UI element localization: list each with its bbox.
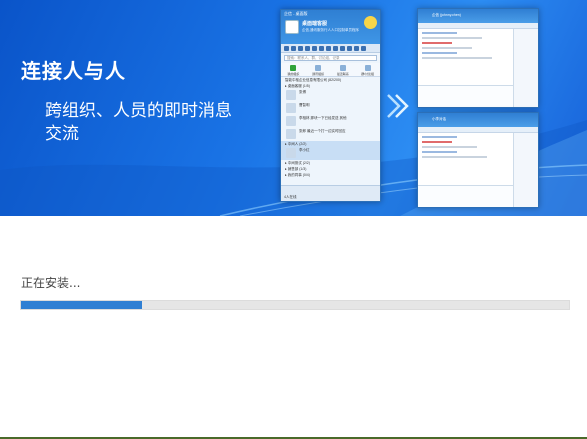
contact-row: 张博 [281,89,380,102]
banner: 连接人与人 跨组织、人员的即时消息交流 企信 - 桌面版 桌面端客服 企信,通讯… [0,0,587,216]
chat-side-panel [513,29,538,107]
message-line [422,141,452,143]
client-window-header: 企信 - 桌面版 桌面端客服 企信,通讯服务行人人口控制单员程序 [281,10,380,44]
message-line [422,57,492,59]
contact-row: 李小红 [281,147,380,160]
chat-window-preview: 企信 (johnny.chen) [417,8,539,108]
toolbar-icon [291,46,296,51]
toolbar-icon [354,46,359,51]
client-tab: 最近联系 [331,63,356,76]
toolbar-icon [298,46,303,51]
client-search-box: 搜索：联系人、群、讨论组、记录 [284,55,377,61]
mascot-icon [364,16,377,29]
message-line [422,151,457,153]
install-progress-area: 正在安装... [0,216,587,439]
toolbar-icon [340,46,345,51]
contact-row: 张郎 最近一个打一边实时回应 [281,128,380,141]
contact-row: 曹智明 [281,102,380,115]
client-bottom-bar: 4人在线 [281,185,380,201]
message-line [422,136,457,138]
toolbar-icon [361,46,366,51]
online-count: 4人在线 [284,195,297,199]
arrow-right-icon [387,94,409,118]
client-tab: 通讯组织 [306,63,331,76]
toolbar-icon [319,46,324,51]
toolbar-icon [284,46,289,51]
chat-window-header: 小李对话 [418,113,538,127]
chat-window-title: 小李对话 [432,117,446,121]
install-progress-bar [20,300,570,310]
install-status-text: 正在安装... [21,276,81,290]
chat-input-area [418,85,513,107]
client-window-preview: 企信 - 桌面版 桌面端客服 企信,通讯服务行人人口控制单员程序 搜索：联系人、… [280,9,381,202]
toolbar-icon [305,46,310,51]
contact-list: 智能中枢企业信息有限公司 (82/200) ▸ 桌面客服 (1/5) 张博 曹智明 李相… [281,77,380,178]
user-name: 桌面端客服 [302,21,328,27]
banner-title: 连接人与人 [21,59,126,83]
install-progress-fill [21,301,142,309]
message-line [422,156,487,158]
chat-window-preview: 小李对话 [417,112,539,208]
toolbar-icon [326,46,331,51]
chat-window-header: 企信 (johnny.chen) [418,9,538,23]
message-line [422,32,457,34]
client-toolbar [281,44,380,53]
message-line [422,47,472,49]
group-row: ▸ 我的同事 (0/4) [285,173,310,177]
message-line [422,37,482,39]
contact-row: 李相林 那块一下已经发送 其他 [281,115,380,128]
chat-input-area [418,185,513,207]
user-signature: 企信,通讯服务行人人口控制单员程序 [302,28,359,32]
client-window-title: 企信 - 桌面版 [284,11,308,16]
message-line [422,42,452,44]
message-line [422,146,477,148]
client-tabs: 我的组织 通讯组织 最近联系 群/讨论组 [281,63,380,77]
avatar [285,20,299,34]
client-tab: 群/讨论组 [355,63,380,76]
banner-subtitle: 跨组织、人员的即时消息交流 [45,101,232,144]
chat-window-title: 企信 (johnny.chen) [432,13,461,17]
toolbar-icon [347,46,352,51]
toolbar-icon [312,46,317,51]
chat-side-panel [513,133,538,207]
message-line [422,52,457,54]
client-tab: 我的组织 [281,63,306,76]
toolbar-icon [333,46,338,51]
